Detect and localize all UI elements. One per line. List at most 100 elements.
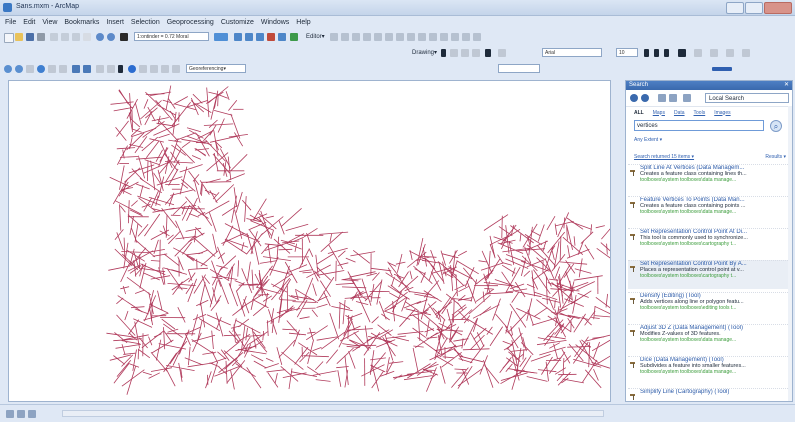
line-feature[interactable] [171,270,181,273]
line-feature[interactable] [114,332,127,342]
line-feature[interactable] [235,281,244,285]
line-feature[interactable] [428,304,439,320]
line-feature[interactable] [120,157,138,158]
line-feature[interactable] [339,303,340,329]
menu-windows[interactable]: Windows [261,19,289,26]
line-feature[interactable] [283,373,307,378]
line-feature[interactable] [585,245,594,260]
line-feature[interactable] [442,290,458,314]
line-feature[interactable] [160,231,170,236]
bold-icon[interactable] [644,49,649,57]
line-feature[interactable] [266,216,274,218]
line-feature[interactable] [519,328,524,348]
line-feature[interactable] [225,239,248,247]
line-feature[interactable] [265,364,279,369]
line-feature[interactable] [293,302,317,303]
line-feature[interactable] [158,291,163,311]
line-feature[interactable] [131,201,137,207]
line-feature[interactable] [169,169,179,186]
line-feature[interactable] [555,368,566,375]
line-feature[interactable] [151,352,167,371]
line-feature[interactable] [457,261,479,274]
line-feature[interactable] [558,372,570,385]
line-feature[interactable] [437,330,463,332]
line-feature[interactable] [281,208,301,226]
line-feature[interactable] [212,261,221,287]
line-feature[interactable] [202,182,232,183]
close-search-icon[interactable]: ✕ [784,81,789,90]
line-feature[interactable] [595,316,610,318]
line-feature[interactable] [563,358,564,373]
line-feature[interactable] [130,137,133,149]
line-feature[interactable] [385,292,408,309]
fill-color-icon[interactable] [694,49,702,57]
line-feature[interactable] [277,347,282,365]
line-feature[interactable] [601,243,610,253]
line-feature[interactable] [219,280,228,305]
line-feature[interactable] [124,238,125,258]
line-feature[interactable] [431,250,436,263]
line-feature[interactable] [293,330,299,347]
line-feature[interactable] [165,156,169,174]
draw-options-icon[interactable] [498,49,506,57]
search-result-selected[interactable]: Set Representation Control Point By A...… [628,260,790,289]
line-feature[interactable] [120,204,121,230]
line-feature[interactable] [591,318,600,319]
line-feature[interactable] [110,177,130,186]
html-popup-icon[interactable] [150,65,158,73]
line-feature[interactable] [315,362,323,370]
line-feature[interactable] [151,368,172,372]
close-button[interactable] [764,2,792,14]
line-feature[interactable] [254,242,259,265]
line-feature[interactable] [249,331,269,344]
back-extent-icon[interactable] [72,65,80,73]
line-feature[interactable] [377,280,382,305]
line-feature[interactable] [224,342,239,354]
menu-customize[interactable]: Customize [221,19,254,26]
italic-icon[interactable] [654,49,659,57]
line-feature[interactable] [317,296,327,301]
line-feature[interactable] [135,290,144,293]
line-feature[interactable] [130,364,139,367]
line-feature[interactable] [136,240,155,257]
line-feature[interactable] [426,259,435,269]
line-feature[interactable] [396,262,406,264]
search-result[interactable]: Set Representation Control Point At Di..… [628,228,790,257]
line-feature[interactable] [545,246,553,269]
search-result[interactable]: Densify (Editing) (Tool) Adds vertices a… [628,292,790,321]
back-arrow-icon[interactable] [630,94,638,102]
line-feature[interactable] [267,320,268,336]
line-feature[interactable] [132,110,133,129]
line-feature[interactable] [448,319,466,320]
line-feature[interactable] [218,95,228,99]
attributes-icon[interactable] [451,33,459,41]
line-feature[interactable] [252,270,253,290]
line-feature[interactable] [351,319,355,331]
results-count[interactable]: Search returned 15 items ▾ [634,154,694,160]
line-feature[interactable] [313,371,337,376]
line-feature[interactable] [218,247,224,264]
line-feature[interactable] [144,214,159,236]
line-feature[interactable] [574,236,575,245]
save-icon[interactable] [26,33,34,41]
line-feature[interactable] [537,340,567,344]
line-feature[interactable] [138,224,148,236]
line-feature[interactable] [481,263,504,271]
line-feature[interactable] [349,351,356,369]
line-feature[interactable] [423,248,426,267]
line-feature[interactable] [426,337,437,338]
line-feature[interactable] [120,287,129,289]
line-feature[interactable] [500,357,512,373]
line-feature[interactable] [236,364,256,377]
line-feature[interactable] [178,307,185,322]
line-feature[interactable] [286,224,309,230]
reshape-icon[interactable] [407,33,415,41]
line-feature[interactable] [465,267,474,287]
line-feature[interactable] [312,310,318,317]
line-feature[interactable] [188,233,204,242]
line-feature[interactable] [499,226,512,235]
fixed-zoom-in-icon[interactable] [48,65,56,73]
search-location-dropdown[interactable]: Local Search [705,93,789,103]
line-feature[interactable] [316,380,331,382]
line-feature[interactable] [295,244,297,252]
